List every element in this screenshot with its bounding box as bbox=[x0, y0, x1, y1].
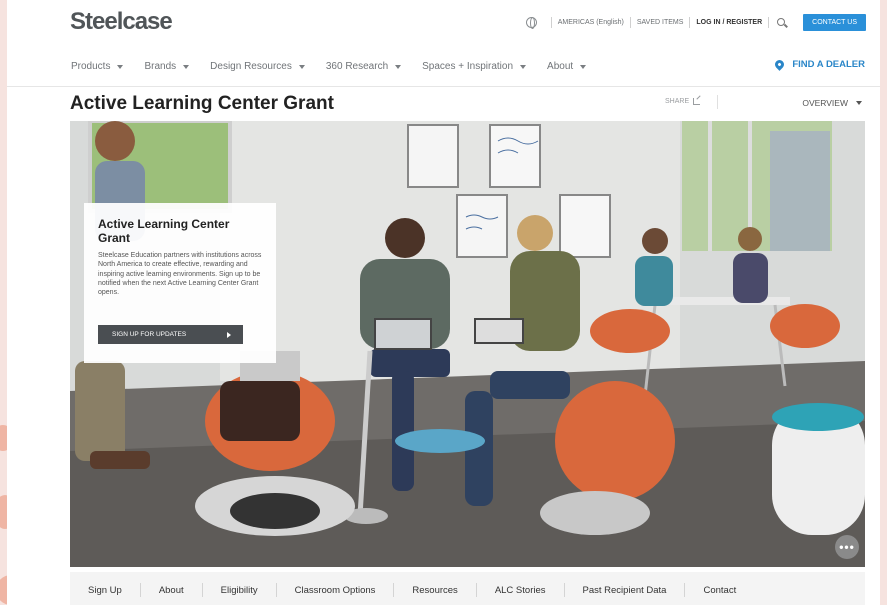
nav-label: 360 Research bbox=[325, 61, 389, 72]
subnav-contact[interactable]: Contact bbox=[685, 585, 754, 596]
overview-dropdown[interactable]: OVERVIEW bbox=[802, 98, 862, 108]
nav-label: Brands bbox=[144, 61, 177, 72]
divider bbox=[689, 17, 691, 28]
subnav-eligibility[interactable]: Eligibility bbox=[203, 585, 276, 596]
browser-page: Steelcase AMERICAS (English) SAVED ITEMS… bbox=[7, 0, 880, 605]
divider bbox=[768, 17, 770, 28]
chevron-down-icon bbox=[856, 101, 862, 105]
nav-spaces-inspiration[interactable]: Spaces + Inspiration bbox=[422, 61, 527, 72]
hero-image: Active Learning Center Grant Steelcase E… bbox=[70, 121, 865, 567]
chevron-down-icon bbox=[520, 64, 527, 69]
chevron-down-icon bbox=[117, 64, 124, 69]
chevron-down-icon bbox=[580, 64, 587, 69]
promo-body: Steelcase Education partners with instit… bbox=[98, 252, 262, 297]
nav-products[interactable]: Products bbox=[71, 61, 124, 72]
utility-bar: AMERICAS (English) SAVED ITEMS LOG IN / … bbox=[525, 14, 866, 31]
share-label: SHARE bbox=[665, 98, 690, 105]
saved-items-link[interactable]: SAVED ITEMS bbox=[637, 19, 684, 26]
dealer-label: FIND A DEALER bbox=[792, 59, 865, 70]
nav-about[interactable]: About bbox=[547, 61, 587, 72]
subnav-classroom-options[interactable]: Classroom Options bbox=[277, 585, 394, 596]
subnav-past-recipient-data[interactable]: Past Recipient Data bbox=[565, 585, 685, 596]
nav-label: Design Resources bbox=[210, 61, 292, 72]
nav-label: Products bbox=[71, 61, 111, 72]
chevron-down-icon bbox=[298, 64, 305, 69]
nav-label: Spaces + Inspiration bbox=[422, 61, 514, 72]
subnav-sign-up[interactable]: Sign Up bbox=[84, 585, 140, 596]
search-icon[interactable] bbox=[777, 17, 787, 28]
map-pin-icon bbox=[773, 58, 787, 71]
share-icon bbox=[693, 98, 701, 105]
grant-promo-card: Active Learning Center Grant Steelcase E… bbox=[84, 203, 276, 363]
contact-us-button[interactable]: CONTACT US bbox=[803, 14, 866, 31]
header-divider bbox=[7, 86, 880, 87]
button-label: SIGN UP FOR UPDATES bbox=[112, 331, 187, 338]
globe-icon[interactable] bbox=[525, 17, 537, 29]
promo-heading: Active Learning Center Grant bbox=[98, 217, 230, 245]
subnav-alc-stories[interactable]: ALC Stories bbox=[477, 585, 564, 596]
more-icon[interactable]: ••• bbox=[835, 535, 859, 559]
divider bbox=[629, 17, 631, 28]
chevron-down-icon bbox=[183, 64, 190, 69]
arrow-right-icon bbox=[227, 332, 231, 338]
nav-brands[interactable]: Brands bbox=[144, 61, 190, 72]
subnav-resources[interactable]: Resources bbox=[394, 585, 475, 596]
find-a-dealer-link[interactable]: FIND A DEALER bbox=[773, 58, 865, 71]
login-register-link[interactable]: LOG IN / REGISTER bbox=[696, 19, 762, 26]
nav-360-research[interactable]: 360 Research bbox=[325, 61, 402, 72]
page-title: Active Learning Center Grant bbox=[70, 93, 334, 114]
section-subnav: Sign Up About Eligibility Classroom Opti… bbox=[70, 572, 865, 605]
divider bbox=[550, 17, 552, 28]
region-selector[interactable]: AMERICAS (English) bbox=[558, 19, 624, 26]
main-nav: Products Brands Design Resources 360 Res… bbox=[71, 61, 607, 72]
overview-label: OVERVIEW bbox=[802, 98, 848, 108]
steelcase-logo[interactable]: Steelcase bbox=[70, 8, 173, 36]
share-button[interactable]: SHARE bbox=[665, 98, 701, 105]
chevron-down-icon bbox=[395, 64, 402, 69]
sign-up-for-updates-button[interactable]: SIGN UP FOR UPDATES bbox=[98, 325, 243, 344]
nav-design-resources[interactable]: Design Resources bbox=[210, 61, 305, 72]
subnav-about[interactable]: About bbox=[141, 585, 202, 596]
divider bbox=[717, 95, 718, 109]
nav-label: About bbox=[547, 61, 574, 72]
